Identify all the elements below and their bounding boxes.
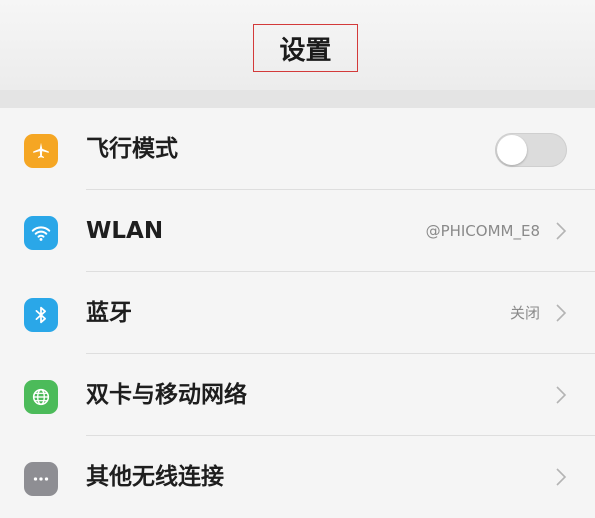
header-bar: 设置: [0, 0, 595, 90]
settings-item-bluetooth[interactable]: 蓝牙 关闭: [0, 272, 595, 354]
settings-item-airplane-mode[interactable]: 飞行模式: [0, 108, 595, 190]
wifi-icon: [24, 216, 58, 250]
settings-item-label: WLAN: [86, 218, 164, 244]
settings-item-label: 飞行模式: [86, 136, 178, 162]
settings-item-label: 其他无线连接: [86, 464, 224, 490]
chevron-right-icon: [556, 386, 567, 404]
wlan-network-name: @PHICOMM_E8: [425, 222, 540, 240]
settings-item-dual-sim-mobile-network[interactable]: 双卡与移动网络: [0, 354, 595, 436]
bluetooth-status: 关闭: [509, 304, 540, 322]
toggle-knob: [497, 135, 527, 165]
bluetooth-icon: [24, 298, 58, 332]
chevron-right-icon: [556, 222, 567, 240]
settings-item-label: 双卡与移动网络: [86, 382, 247, 408]
airplane-icon: [24, 134, 58, 168]
more-icon: [24, 462, 58, 496]
chevron-right-icon: [556, 304, 567, 322]
settings-item-other-wireless-connections[interactable]: 其他无线连接: [0, 436, 595, 518]
chevron-right-icon: [556, 468, 567, 486]
section-separator: [0, 90, 595, 108]
settings-list: 飞行模式 WLAN @PHICOMM_E8 蓝牙 关闭 双卡与移动网络 其他无线…: [0, 108, 595, 518]
title-highlight-box: 设置: [253, 24, 358, 72]
page-title: 设置: [279, 35, 332, 66]
settings-item-label: 蓝牙: [86, 300, 132, 326]
globe-icon: [24, 380, 58, 414]
airplane-mode-toggle[interactable]: [495, 133, 567, 167]
settings-item-wlan[interactable]: WLAN @PHICOMM_E8: [0, 190, 595, 272]
